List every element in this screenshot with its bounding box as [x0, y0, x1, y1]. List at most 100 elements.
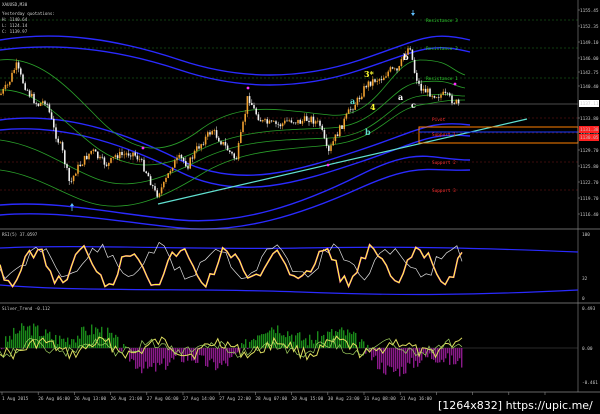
candle-body [174, 160, 176, 168]
candle-body [6, 84, 9, 86]
histogram-bar [159, 348, 161, 366]
candle-body [33, 93, 35, 104]
candle-body [202, 144, 205, 145]
time-tick-label: 27 Aug 14:00 [183, 396, 215, 402]
histogram-bar [359, 341, 361, 348]
histogram-bar [307, 345, 309, 348]
candle-body [367, 81, 370, 88]
dot-icon [246, 86, 250, 90]
candle-body [213, 130, 216, 132]
candle-body [301, 121, 304, 124]
candle-body [446, 92, 449, 94]
candle-body [295, 122, 297, 124]
candle-body [180, 154, 183, 158]
candle-body [277, 123, 279, 125]
candle-body [167, 173, 169, 179]
candle-body [24, 83, 26, 90]
candle-body [182, 157, 185, 162]
histogram-bar [51, 338, 53, 348]
histogram-bar [187, 348, 189, 361]
candle-body [132, 152, 134, 157]
histogram-bar [5, 336, 7, 348]
candle-body [72, 175, 75, 182]
histogram-bar [405, 348, 407, 374]
candle-body [207, 132, 209, 137]
candle-body [57, 138, 59, 143]
candle-body [259, 120, 262, 122]
candle-body [191, 157, 194, 159]
main-price-pane[interactable]: b 3* a 4 a c b Resistance 3 Resistance 2… [0, 2, 579, 230]
price-axis[interactable]: 1155.45 1152.35 1149.10 1146.00 1142.75 1140.… [577, 0, 599, 392]
candle-body [416, 72, 418, 81]
candle-body [108, 162, 110, 166]
watermark-text: [1264x832] https://upic.me/ [438, 399, 593, 412]
histogram-bar [45, 329, 47, 348]
wave-label-4: 4 [370, 102, 376, 112]
candle-body [383, 77, 385, 81]
price-tick-label: 1155.45 [580, 8, 599, 14]
silver-axis-zero: 0.00 [582, 346, 593, 352]
time-tick-label: 31 Aug 08:00 [364, 396, 396, 402]
candle-body [314, 121, 317, 124]
candle-body [455, 99, 458, 104]
candle-body [347, 109, 350, 114]
histogram-bar [33, 323, 35, 348]
candle-body [306, 116, 308, 121]
candle-body [266, 119, 268, 124]
candle-body [141, 159, 143, 160]
candle-body [343, 118, 345, 129]
candle-body [48, 104, 51, 113]
candle-body [299, 119, 301, 124]
histogram-bar [277, 325, 279, 348]
histogram-bar [379, 348, 381, 370]
resistance-1-label: Resistance 1 [426, 76, 458, 82]
resistance-3-label: Resistance 3 [426, 18, 458, 24]
time-tick-label: 31 Aug 16:00 [400, 396, 432, 402]
histogram-bar [157, 348, 159, 363]
histogram-bar [389, 348, 391, 367]
silver-trend-histogram [1, 323, 463, 377]
up-arrow-icon [70, 203, 74, 206]
histogram-bar [425, 348, 427, 358]
candle-body [391, 67, 394, 69]
histogram-bar [9, 335, 11, 348]
candle-body [185, 161, 187, 167]
candle-body [154, 186, 156, 191]
histogram-bar [241, 343, 243, 348]
candle-body [17, 62, 20, 69]
candle-body [255, 108, 257, 115]
histogram-bar [445, 348, 447, 359]
candle-body [55, 127, 57, 139]
histogram-bar [1, 348, 3, 350]
rsi-pane[interactable]: RSI(5) 37.0597 100 32 0 [0, 232, 590, 302]
histogram-bar [363, 341, 365, 348]
histogram-bar [149, 348, 151, 367]
candle-body [171, 167, 174, 171]
candle-body [396, 68, 398, 71]
candle-body [147, 173, 150, 177]
histogram-bar [259, 335, 261, 348]
histogram-bar [245, 339, 247, 348]
histogram-bar [151, 348, 153, 367]
candle-body [387, 71, 389, 77]
histogram-bar [205, 348, 207, 367]
candle-body [70, 181, 73, 182]
chart-window[interactable]: b 3* a 4 a c b Resistance 3 Resistance 2… [0, 0, 600, 414]
histogram-bar [451, 348, 453, 356]
candle-body [440, 94, 442, 98]
candle-body [292, 122, 295, 124]
candle-body [145, 171, 147, 174]
candle-body [196, 146, 198, 151]
histogram-bar [49, 331, 51, 348]
candle-body [4, 84, 7, 89]
histogram-bar [207, 348, 209, 367]
candle-body [253, 105, 255, 109]
histogram-bar [17, 333, 19, 348]
histogram-bar [121, 348, 123, 352]
time-tick-label: 28 Aug 07:00 [255, 396, 287, 402]
histogram-bar [71, 339, 73, 348]
candle-body [156, 190, 158, 197]
candle-body [112, 156, 114, 158]
silver-trend-pane[interactable]: Silver_Trend -0.112 0.493 0.00 -0.461 [0, 306, 598, 386]
dot-icon [326, 163, 330, 167]
